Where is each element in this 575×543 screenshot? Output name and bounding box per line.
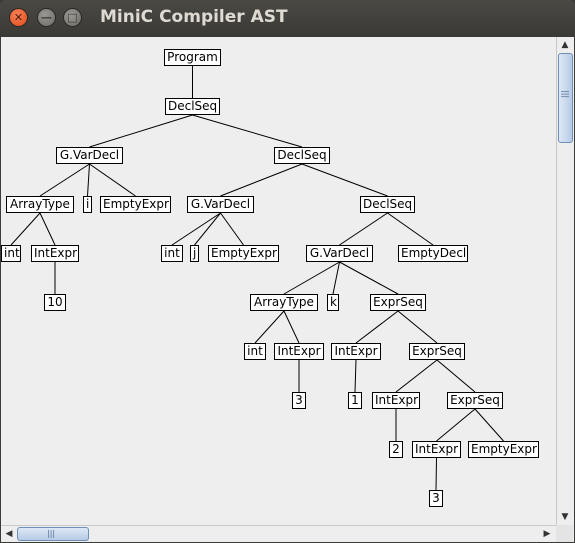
ast-edge (220, 163, 303, 197)
ast-node-int-3: int (244, 343, 266, 360)
ast-node-int-1: int (1, 245, 21, 262)
ast-edge (301, 163, 388, 197)
ast-node-declseq-2: DeclSeq (274, 147, 330, 164)
ast-canvas-area: Program DeclSeq G.VarDecl DeclSeq ArrayType i… (1, 37, 574, 542)
ast-edge (89, 114, 193, 148)
ast-edge (355, 310, 399, 344)
vertical-scroll-thumb[interactable]: ||| (558, 53, 573, 143)
ast-node-exprseq-3: ExprSeq (447, 392, 503, 409)
ast-edge (283, 261, 340, 295)
ast-node-program: Program (164, 49, 221, 66)
ast-node-emptyexpr-3: EmptyExpr (468, 441, 539, 458)
ast-edge (39, 212, 56, 246)
ast-node-ident-i: i (83, 196, 92, 213)
ast-node-emptyexpr-2: EmptyExpr (208, 245, 279, 262)
ast-node-intexpr-2: IntExpr (274, 343, 324, 360)
minimize-icon: — (41, 11, 52, 24)
ast-node-intexpr-4: IntExpr (372, 392, 420, 409)
ast-edge (332, 261, 340, 295)
ast-node-int-2: int (161, 245, 183, 262)
ast-node-exprseq-1: ExprSeq (370, 294, 426, 311)
ast-node-lit-1: 1 (348, 392, 362, 409)
ast-node-declseq-1: DeclSeq (165, 98, 220, 115)
ast-edge (339, 212, 388, 246)
ast-node-intexpr-1: IntExpr (31, 245, 79, 262)
ast-edge (220, 212, 244, 246)
ast-node-emptydecl-1: EmptyDecl (398, 245, 468, 262)
ast-node-gvardecl-3: G.VarDecl (306, 245, 373, 262)
ast-edge (387, 212, 434, 246)
horizontal-scrollbar[interactable]: ◀ ||| ▶ (1, 525, 556, 542)
ast-edge (395, 359, 438, 393)
vertical-scrollbar[interactable]: ▲ ||| ▼ (556, 37, 573, 525)
ast-edge (283, 310, 300, 344)
down-arrow-icon[interactable]: ▼ (557, 509, 573, 525)
horizontal-scroll-thumb[interactable]: ||| (17, 527, 89, 541)
up-arrow-icon[interactable]: ▲ (557, 37, 573, 53)
ast-edge (436, 359, 476, 393)
grip-icon: ||| (47, 529, 56, 538)
ast-node-lit-10: 10 (44, 294, 66, 311)
ast-node-gvardecl-2: G.VarDecl (187, 196, 254, 213)
ast-node-declseq-3: DeclSeq (360, 196, 415, 213)
ast-edge (10, 212, 41, 246)
ast-edge (89, 163, 136, 197)
ast-edge (171, 212, 221, 246)
ast-edge (354, 359, 357, 393)
app-window: ✕ — □ MiniC Compiler AST Program DeclSeq G… (0, 0, 575, 543)
ast-node-ident-k: k (327, 294, 339, 311)
title-bar[interactable]: ✕ — □ MiniC Compiler AST (0, 0, 575, 37)
ast-node-lit-3b: 3 (429, 490, 443, 507)
close-button[interactable]: ✕ (9, 8, 28, 27)
minimize-button[interactable]: — (37, 8, 56, 27)
ast-node-intexpr-5: IntExpr (412, 441, 461, 458)
ast-edge (87, 163, 90, 197)
ast-edge (397, 310, 438, 344)
close-icon: ✕ (13, 11, 24, 24)
maximize-icon: □ (67, 11, 78, 24)
ast-node-intexpr-3: IntExpr (331, 343, 381, 360)
ast-node-lit-3a: 3 (292, 392, 306, 409)
maximize-button[interactable]: □ (63, 8, 82, 27)
right-arrow-icon[interactable]: ▶ (539, 526, 555, 542)
window-title: MiniC Compiler AST (100, 7, 288, 27)
ast-edge (339, 261, 399, 295)
ast-edge (474, 408, 504, 442)
ast-node-arraytype-1: ArrayType (6, 196, 74, 213)
ast-edge (435, 457, 437, 491)
ast-edge (254, 310, 285, 344)
ast-edge (194, 212, 221, 246)
grip-icon: ||| (561, 90, 570, 99)
ast-edge (39, 163, 90, 197)
left-arrow-icon[interactable]: ◀ (1, 526, 17, 542)
ast-node-gvardecl-1: G.VarDecl (56, 147, 123, 164)
ast-node-emptyexpr-1: EmptyExpr (100, 196, 171, 213)
ast-edge (436, 408, 476, 442)
ast-edge (192, 114, 303, 148)
ast-node-lit-2: 2 (389, 441, 403, 458)
scroll-corner (556, 525, 573, 542)
ast-node-ident-j: j (190, 245, 199, 262)
ast-node-arraytype-2: ArrayType (250, 294, 318, 311)
ast-node-exprseq-2: ExprSeq (409, 343, 465, 360)
